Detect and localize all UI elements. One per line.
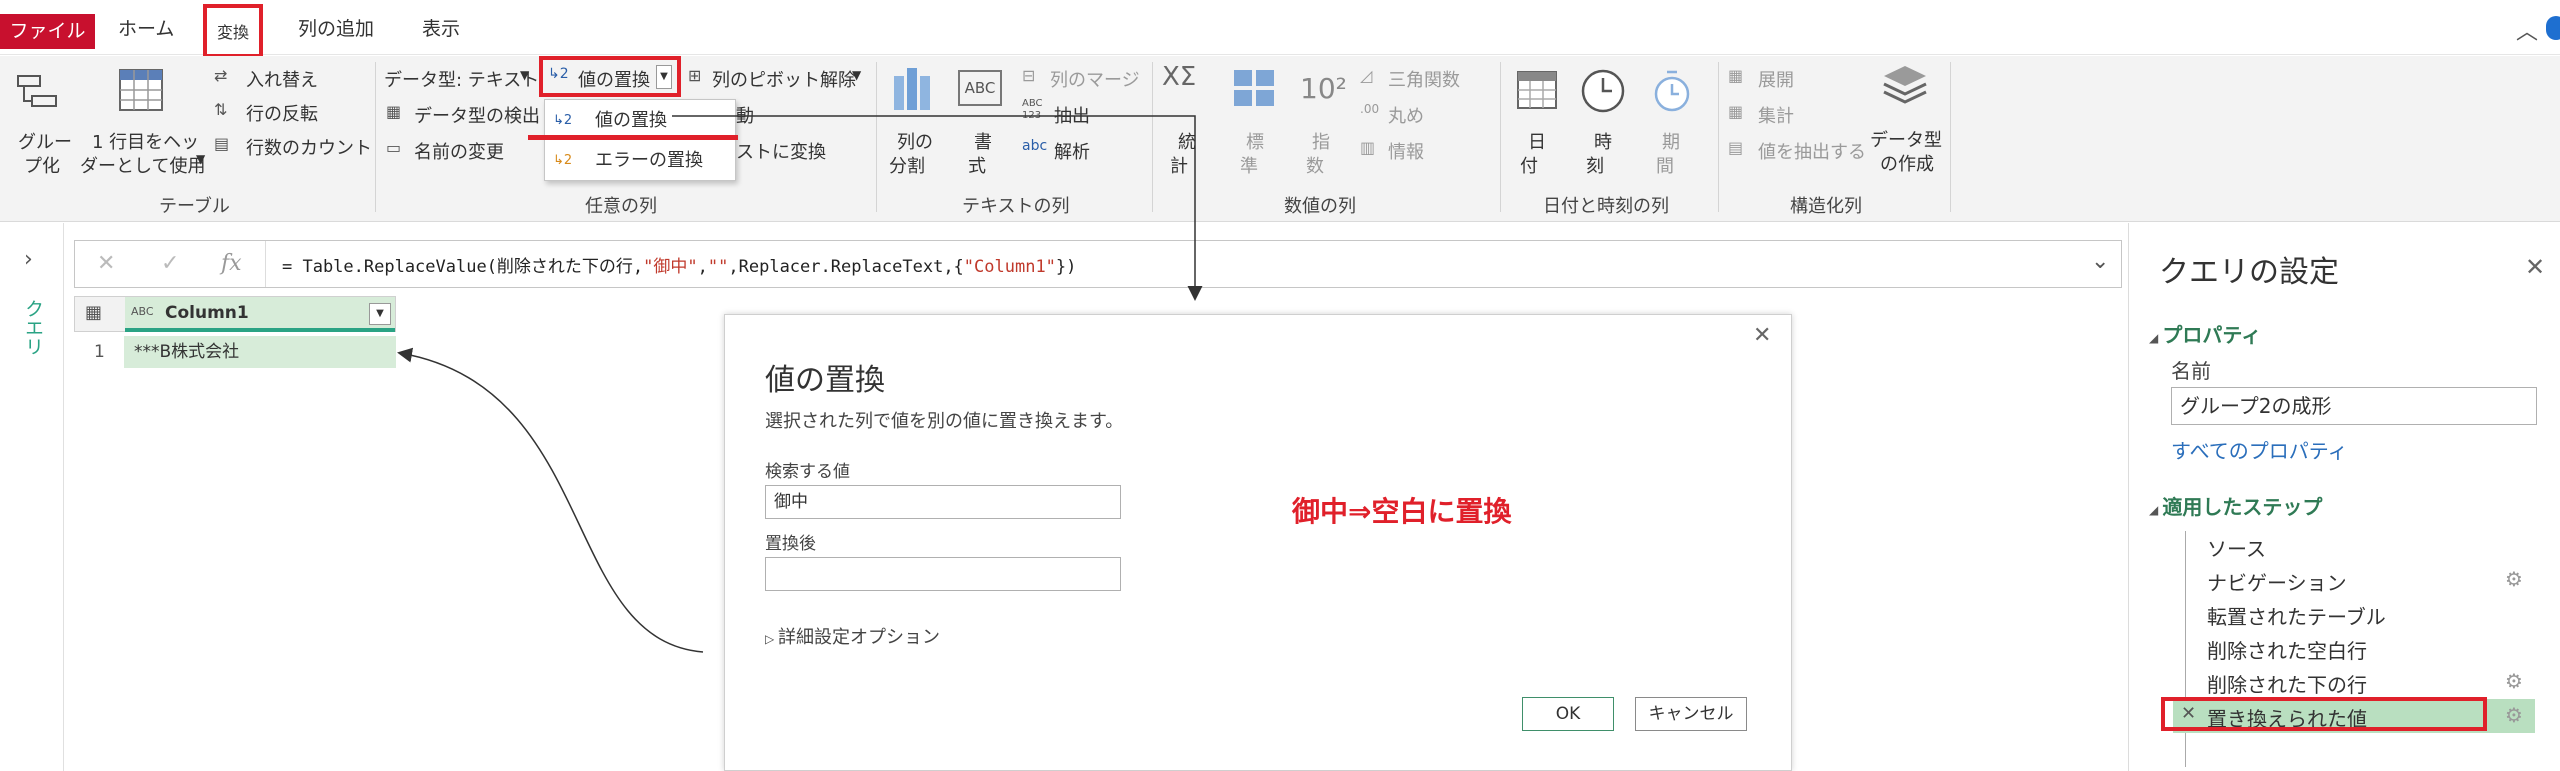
gear-icon[interactable]: ⚙ [2505, 703, 2523, 727]
advanced-options-label: 詳細設定オプション [778, 627, 941, 648]
close-icon[interactable]: ✕ [1753, 323, 1771, 348]
step-item[interactable]: ソース [2207, 533, 2266, 562]
chevron-right-icon: ▷ [765, 632, 779, 646]
step-item[interactable]: 転置されたテーブル [2207, 601, 2386, 630]
applied-steps-heading[interactable]: ◢ 適用したステップ [2149, 491, 2322, 520]
annotation-text: 御中⇒空白に置換 [1292, 495, 1512, 528]
panel-title: クエリの設定 [2159, 255, 2339, 290]
dialog-title: 値の置換 [765, 363, 885, 398]
close-icon[interactable]: ✕ [2525, 253, 2545, 281]
arrow-to-cell [397, 347, 704, 653]
name-label: 名前 [2171, 359, 2211, 383]
dialog-description: 選択された列で値を別の値に置き換えます。 [765, 411, 1124, 432]
query-settings-panel: クエリの設定 ✕ ◢ プロパティ 名前 グループ2の成形 すべてのプロパティ ◢… [2128, 223, 2560, 771]
cancel-button[interactable]: キャンセル [1635, 697, 1747, 731]
replace-input[interactable] [765, 557, 1121, 591]
replace-values-dialog: ✕ 値の置換 選択された列で値を別の値に置き換えます。 検索する値 御中 置換後… [724, 314, 1792, 771]
advanced-options-toggle[interactable]: ▷ 詳細設定オプション [765, 623, 940, 649]
properties-label: プロパティ [2162, 323, 2262, 347]
all-properties-link[interactable]: すべてのプロパティ [2171, 435, 2348, 464]
step-item[interactable]: ナビゲーション [2207, 567, 2347, 596]
collapse-icon: ◢ [2149, 503, 2163, 517]
ok-button[interactable]: OK [1522, 697, 1614, 731]
applied-steps-label: 適用したステップ [2162, 495, 2323, 519]
find-label: 検索する値 [765, 462, 850, 482]
name-input[interactable]: グループ2の成形 [2171, 387, 2537, 425]
gear-icon[interactable]: ⚙ [2505, 669, 2523, 693]
properties-heading[interactable]: ◢ プロパティ [2149, 319, 2261, 348]
arrow-to-formula [672, 115, 1203, 301]
gear-icon[interactable]: ⚙ [2505, 567, 2523, 591]
collapse-icon: ◢ [2149, 331, 2163, 345]
step-item[interactable]: 削除された空白行 [2207, 635, 2367, 664]
highlight-selected-step [2161, 697, 2487, 731]
replace-label: 置換後 [765, 534, 816, 554]
find-input[interactable]: 御中 [765, 485, 1121, 519]
step-item[interactable]: 削除された下の行 [2207, 669, 2367, 698]
